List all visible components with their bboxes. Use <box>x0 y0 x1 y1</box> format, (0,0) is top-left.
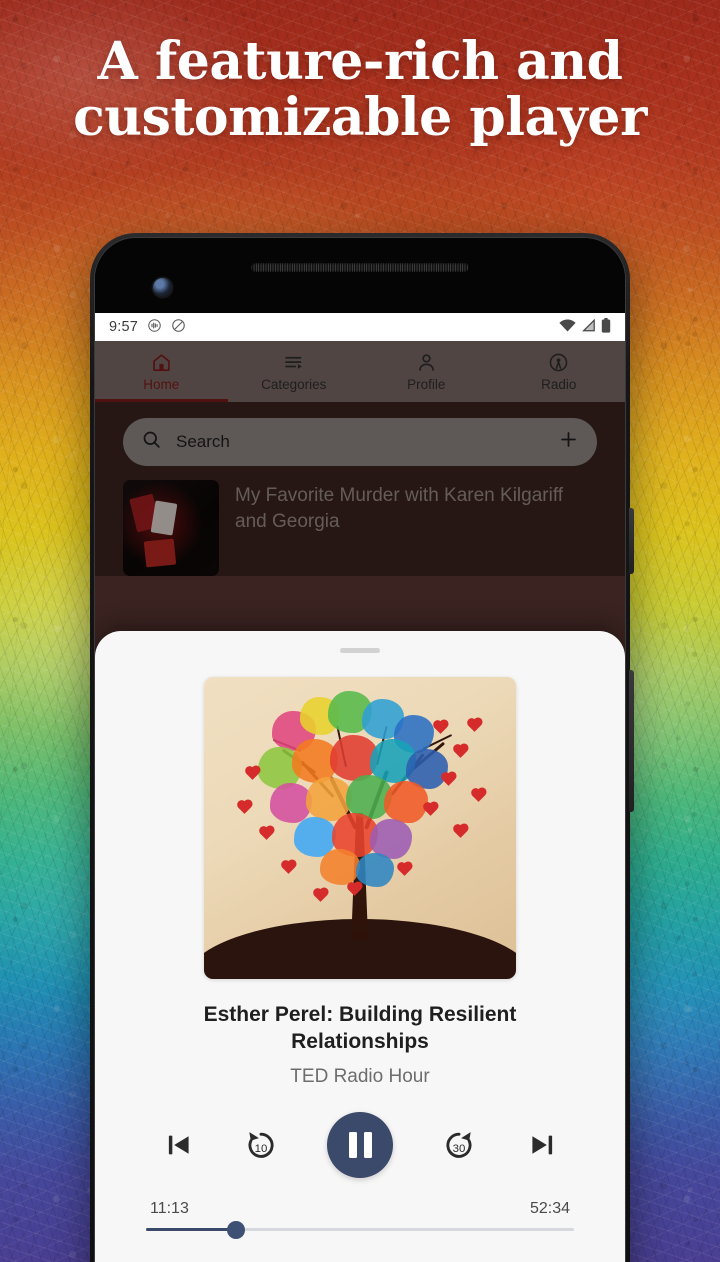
total-time: 52:34 <box>529 1200 570 1217</box>
status-bar-right <box>559 318 611 336</box>
tab-home[interactable]: Home <box>95 341 228 402</box>
progress-block: 11:13 52:34 <box>146 1200 574 1239</box>
elapsed-time: 11:13 <box>150 1200 189 1217</box>
phone-screen: 9:57 Home Categories Profile Radio Searc… <box>95 313 625 1262</box>
promo-headline: A feature-rich and customizable player <box>0 31 720 149</box>
svg-text:30: 30 <box>453 1143 466 1155</box>
status-time: 9:57 <box>109 319 139 335</box>
tab-categories-label: Categories <box>261 376 327 392</box>
forward-30-button[interactable]: 30 <box>441 1127 477 1163</box>
podcast-name: TED Radio Hour <box>290 1066 430 1087</box>
app-content-behind-sheet: Home Categories Profile Radio Search My … <box>95 341 625 576</box>
progress-slider[interactable] <box>146 1220 574 1239</box>
phone-mockup: 9:57 Home Categories Profile Radio Searc… <box>90 233 634 1262</box>
search-bar[interactable]: Search <box>123 418 597 466</box>
search-icon <box>141 429 162 455</box>
phone-top-bezel <box>95 238 625 313</box>
sheet-drag-handle[interactable] <box>340 648 380 653</box>
tab-radio-label: Radio <box>541 376 577 392</box>
podcast-list: My Favorite Murder with Karen Kilgariff … <box>95 480 625 576</box>
earpiece-speaker <box>251 263 469 272</box>
headline-line-2: customizable player <box>73 87 647 149</box>
radio-icon <box>548 352 569 373</box>
rewind-10-button[interactable]: 10 <box>243 1127 279 1163</box>
tab-radio[interactable]: Radio <box>493 341 626 402</box>
play-pause-button[interactable] <box>327 1112 393 1178</box>
home-icon <box>151 352 172 373</box>
tab-profile[interactable]: Profile <box>360 341 493 402</box>
progress-thumb[interactable] <box>226 1220 245 1239</box>
tab-profile-label: Profile <box>407 376 446 392</box>
phone-body: 9:57 Home Categories Profile Radio Searc… <box>94 237 626 1262</box>
list-item[interactable]: My Favorite Murder with Karen Kilgariff … <box>123 480 597 576</box>
cell-signal-icon <box>581 318 596 335</box>
battery-icon <box>601 318 611 336</box>
profile-icon <box>416 352 437 373</box>
tab-categories[interactable]: Categories <box>228 341 361 402</box>
progress-fill <box>146 1228 236 1231</box>
main-tab-bar: Home Categories Profile Radio <box>95 341 625 402</box>
podcast-title: My Favorite Murder with Karen Kilgariff … <box>235 485 564 532</box>
wifi-icon <box>559 319 576 335</box>
plus-icon[interactable] <box>558 429 579 455</box>
transport-controls: 10 30 <box>163 1112 558 1178</box>
podcast-artwork <box>123 480 219 576</box>
front-camera <box>153 278 172 297</box>
player-bottom-sheet: Esther Perel: Building Resilient Relatio… <box>95 631 625 1262</box>
skip-next-button[interactable] <box>526 1129 558 1161</box>
volume-button[interactable] <box>629 670 634 812</box>
search-input[interactable]: Search <box>176 432 544 452</box>
skip-previous-button[interactable] <box>163 1129 195 1161</box>
status-bar: 9:57 <box>95 313 625 341</box>
time-row: 11:13 52:34 <box>146 1200 574 1228</box>
status-bar-left: 9:57 <box>109 318 186 336</box>
power-button[interactable] <box>629 508 634 574</box>
episode-artwork <box>204 676 516 979</box>
headline-line-1: A feature-rich and <box>97 31 623 92</box>
do-not-disturb-icon <box>171 318 186 336</box>
categories-icon <box>283 352 304 373</box>
episode-title: Esther Perel: Building Resilient Relatio… <box>203 1002 517 1054</box>
svg-text:10: 10 <box>254 1143 267 1155</box>
tab-home-label: Home <box>143 376 180 392</box>
search-row: Search <box>95 402 625 480</box>
podcast-playing-icon <box>147 318 162 336</box>
